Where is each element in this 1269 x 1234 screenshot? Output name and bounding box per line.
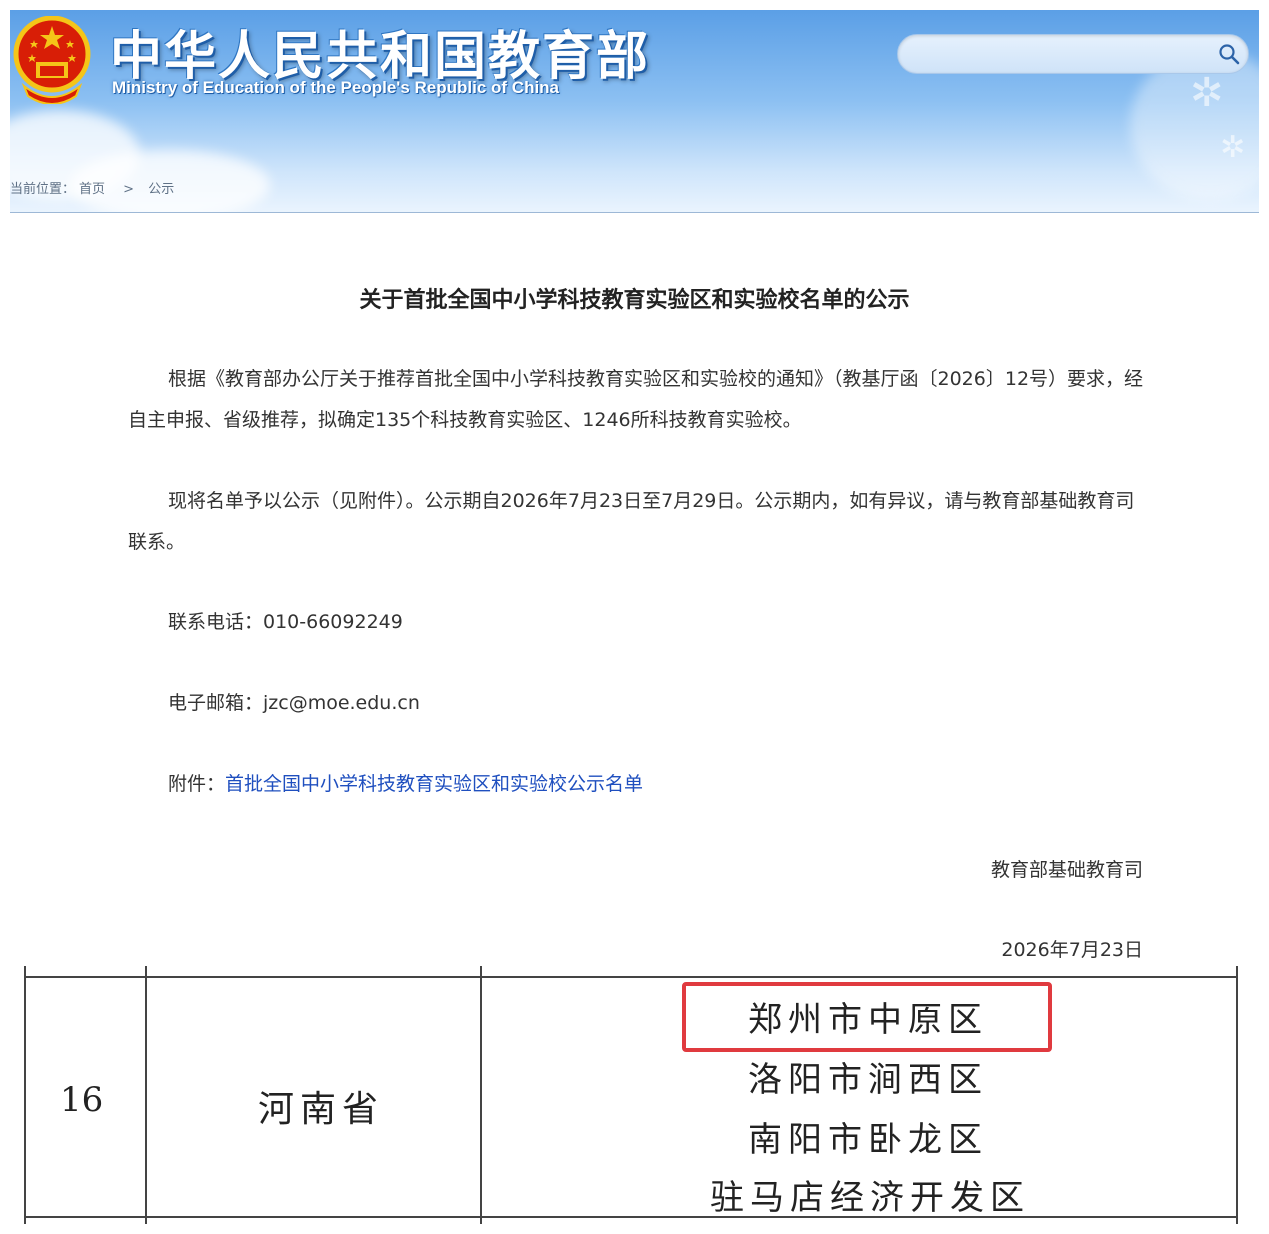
- contact-phone: 联系电话：010-66092249: [168, 611, 403, 633]
- breadcrumb-label: 当前位置：: [10, 182, 76, 197]
- table-row-number: 16: [60, 1080, 104, 1120]
- table-district: 驻马店经济开发区: [710, 1178, 1030, 1218]
- search-box[interactable]: [897, 34, 1249, 74]
- contact-email: 电子邮箱：jzc@moe.edu.cn: [168, 692, 420, 714]
- list-table-excerpt: [24, 966, 1238, 1224]
- attachment-label: 附件：: [168, 773, 226, 795]
- article-title: 关于首批全国中小学科技教育实验区和实验校名单的公示: [359, 288, 910, 313]
- dandelion-icon: ✲: [1190, 70, 1224, 116]
- table-district: 南阳市卧龙区: [748, 1120, 988, 1160]
- table-district: 洛阳市涧西区: [748, 1060, 988, 1100]
- attachment-line: 附件：首批全国中小学科技教育实验区和实验校公示名单: [128, 764, 1148, 805]
- site-banner: ✲ ✲ 中华人民共和国教育部 Ministry of Education of …: [10, 10, 1259, 213]
- table-province: 河南省: [258, 1089, 385, 1130]
- breadcrumb-separator: >: [123, 182, 135, 197]
- dandelion-icon: ✲: [1220, 130, 1246, 165]
- table-border: [24, 1216, 1238, 1218]
- breadcrumb-home-link[interactable]: 首页: [79, 182, 105, 197]
- article-date: 2026年7月23日: [1001, 939, 1143, 961]
- search-input[interactable]: [912, 41, 1206, 67]
- article-paragraph: 现将名单予以公示（见附件）。公示期自2026年7月23日至7月29日。公示期内，…: [128, 490, 1135, 553]
- table-border: [1236, 966, 1238, 1224]
- attachment-link[interactable]: 首批全国中小学科技教育实验区和实验校公示名单: [225, 773, 643, 795]
- breadcrumb: 当前位置： 首页 > 公示: [10, 178, 178, 197]
- site-title-en: Ministry of Education of the People's Re…: [112, 78, 560, 97]
- search-icon[interactable]: [1218, 43, 1240, 65]
- highlight-box: [682, 982, 1052, 1052]
- article-paragraph: 根据《教育部办公厅关于推荐首批全国中小学科技教育实验区和实验校的通知》（教基厅函…: [128, 368, 1144, 431]
- table-border: [145, 966, 147, 1224]
- table-border: [24, 976, 1238, 978]
- article-signature: 教育部基础教育司: [990, 859, 1143, 881]
- table-border: [24, 966, 26, 1224]
- breadcrumb-current[interactable]: 公示: [148, 182, 174, 197]
- table-border: [480, 966, 482, 1224]
- national-emblem-icon: [13, 16, 91, 104]
